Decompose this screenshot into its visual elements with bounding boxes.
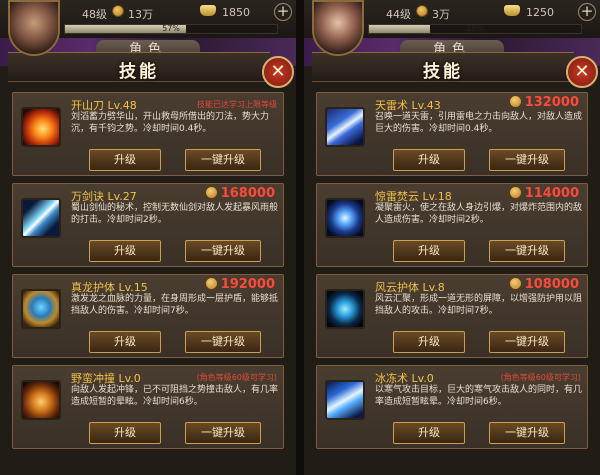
- skill-card: 冰冻术 Lv.0 (角色等级60级可学习) 以寒气攻击目标，巨大的寒气攻击敌人的…: [316, 365, 588, 449]
- one-key-upgrade-button[interactable]: 一键升级: [185, 240, 261, 262]
- gold-amount: 13万: [128, 8, 153, 21]
- skill-description: 召唤一道天雷，引用雷电之力击向敌人，对敌人造成巨大的伤害。冷却时间0.4秒。: [375, 112, 583, 134]
- ingot-amount: 1850: [222, 6, 250, 19]
- one-key-upgrade-button[interactable]: 一键升级: [185, 149, 261, 171]
- upgrade-button[interactable]: 升级: [393, 149, 465, 171]
- exp-percent: 29%: [466, 24, 484, 33]
- skill-note: 技能已达学习上限等级: [197, 100, 277, 109]
- close-button[interactable]: ✕: [262, 56, 294, 88]
- skill-cost-value: 168000: [220, 186, 275, 201]
- avatar[interactable]: [8, 0, 60, 56]
- skill-description: 风云汇聚，形成一道无形的屏障，以增强防护用以阻挡敌人的攻击。冷却时间7秒。: [375, 294, 583, 316]
- skill-description: 蜀山剑仙的秘术，控制无数仙剑对敌人发起暴风雨般的打击。冷却时间2秒。: [71, 203, 279, 225]
- skill-card: 开山刀 Lv.48 技能已达学习上限等级 刘滔蓄力劈华山，开山救母所借出的刀法，…: [12, 92, 284, 176]
- title-bar: 技能: [312, 52, 574, 82]
- close-button[interactable]: ✕: [566, 56, 598, 88]
- skill-card: 真龙护体 Lv.15 192000 激发龙之血脉的力量，在身周形成一层护盾，能够…: [12, 274, 284, 358]
- fire-slash-icon[interactable]: [21, 107, 61, 147]
- skill-cost: 168000: [204, 186, 275, 201]
- skill-cost: 114000: [508, 186, 579, 201]
- wind-guard-icon[interactable]: [325, 289, 365, 329]
- ingot-amount: 1250: [526, 6, 554, 19]
- coin-icon: [204, 277, 218, 290]
- skill-note: (角色等级60级可学习): [500, 373, 581, 382]
- skill-list: 开山刀 Lv.48 技能已达学习上限等级 刘滔蓄力劈华山，开山救母所借出的刀法，…: [12, 92, 284, 456]
- charge-icon[interactable]: [21, 380, 61, 420]
- skill-list: 天雷术 Lv.43 132000 召唤一道天雷，引用雷电之力击向敌人，对敌人造成…: [316, 92, 588, 456]
- coin-icon: [508, 95, 522, 108]
- skill-cost-value: 192000: [220, 277, 275, 292]
- gold-coin-icon: [112, 5, 124, 17]
- gold-amount: 3万: [432, 8, 450, 21]
- exp-percent: 57%: [162, 24, 180, 33]
- top-hud: 48级 13万 1850 + 57%: [0, 0, 296, 56]
- dragon-guard-icon[interactable]: [21, 289, 61, 329]
- left-skill-panel: 48级 13万 1850 + 57% 角色 技能 ✕ 开山刀 Lv.48 技能已…: [0, 0, 296, 475]
- skill-card: 天雷术 Lv.43 132000 召唤一道天雷，引用雷电之力击向敌人，对敌人造成…: [316, 92, 588, 176]
- one-key-upgrade-button[interactable]: 一键升级: [489, 422, 565, 444]
- title-bar: 技能: [8, 52, 270, 82]
- skill-description: 以寒气攻击目标，巨大的寒气攻击敌人的同时，有几率造成短暂眩晕。冷却时间6秒。: [375, 385, 583, 407]
- page-title: 技能: [119, 62, 159, 82]
- skill-description: 向敌人发起冲锋，已不可阻挡之势撞击敌人，有几率造成短暂的晕眩。冷却时间6秒。: [71, 385, 279, 407]
- coin-icon: [508, 186, 522, 199]
- one-key-upgrade-button[interactable]: 一键升级: [185, 422, 261, 444]
- lightning-burst-icon[interactable]: [325, 198, 365, 238]
- ingot-icon: [504, 5, 520, 16]
- upgrade-button[interactable]: 升级: [393, 422, 465, 444]
- upgrade-button[interactable]: 升级: [89, 149, 161, 171]
- level-text: 44级: [386, 8, 411, 21]
- one-key-upgrade-button[interactable]: 一键升级: [489, 331, 565, 353]
- skill-cost: 132000: [508, 95, 579, 110]
- page-title: 技能: [423, 62, 463, 82]
- skill-note: (角色等级60级可学习): [196, 373, 277, 382]
- one-key-upgrade-button[interactable]: 一键升级: [489, 240, 565, 262]
- skill-cost-value: 114000: [524, 186, 579, 201]
- skill-cost: 192000: [204, 277, 275, 292]
- upgrade-button[interactable]: 升级: [89, 331, 161, 353]
- one-key-upgrade-button[interactable]: 一键升级: [489, 149, 565, 171]
- panel-divider: [296, 0, 304, 475]
- exp-bar: 57%: [64, 24, 278, 34]
- avatar[interactable]: [312, 0, 364, 56]
- exp-bar: 29%: [368, 24, 582, 34]
- skill-description: 刘滔蓄力劈华山，开山救母所借出的刀法，势大力沉，有千钧之势。冷却时间0.4秒。: [71, 112, 270, 134]
- skill-cost: 108000: [508, 277, 579, 292]
- skill-card: 惊雷焚云 Lv.18 114000 凝聚雷火，使之在敌人身边引爆，对爆炸范围内的…: [316, 183, 588, 267]
- skill-description: 凝聚雷火，使之在敌人身边引爆，对爆炸范围内的敌人造成伤害。冷却时间2秒。: [375, 203, 583, 225]
- one-key-upgrade-button[interactable]: 一键升级: [185, 331, 261, 353]
- top-hud: 44级 3万 1250 + 29%: [304, 0, 600, 56]
- add-currency-button[interactable]: +: [274, 3, 292, 21]
- sword-rain-icon[interactable]: [21, 198, 61, 238]
- skill-card: 万剑诀 Lv.27 168000 蜀山剑仙的秘术，控制无数仙剑对敌人发起暴风雨般…: [12, 183, 284, 267]
- thunder-icon[interactable]: [325, 107, 365, 147]
- upgrade-button[interactable]: 升级: [89, 240, 161, 262]
- upgrade-button[interactable]: 升级: [393, 240, 465, 262]
- ingot-icon: [200, 5, 216, 16]
- gold-coin-icon: [416, 5, 428, 17]
- skill-cost-value: 108000: [524, 277, 579, 292]
- skill-description: 激发龙之血脉的力量，在身周形成一层护盾，能够抵挡敌人的伤害。冷却时间7秒。: [71, 294, 279, 316]
- skill-cost-value: 132000: [524, 95, 579, 110]
- coin-icon: [508, 277, 522, 290]
- skill-card: 野蛮冲撞 Lv.0 (角色等级60级可学习) 向敌人发起冲锋，已不可阻挡之势撞击…: [12, 365, 284, 449]
- ice-icon[interactable]: [325, 380, 365, 420]
- add-currency-button[interactable]: +: [578, 3, 596, 21]
- skill-card: 风云护体 Lv.8 108000 风云汇聚，形成一道无形的屏障，以增强防护用以阻…: [316, 274, 588, 358]
- level-text: 48级: [82, 8, 107, 21]
- coin-icon: [204, 186, 218, 199]
- upgrade-button[interactable]: 升级: [89, 422, 161, 444]
- upgrade-button[interactable]: 升级: [393, 331, 465, 353]
- right-skill-panel: 44级 3万 1250 + 29% 角色 技能 ✕ 天雷术 Lv.43 1320…: [304, 0, 600, 475]
